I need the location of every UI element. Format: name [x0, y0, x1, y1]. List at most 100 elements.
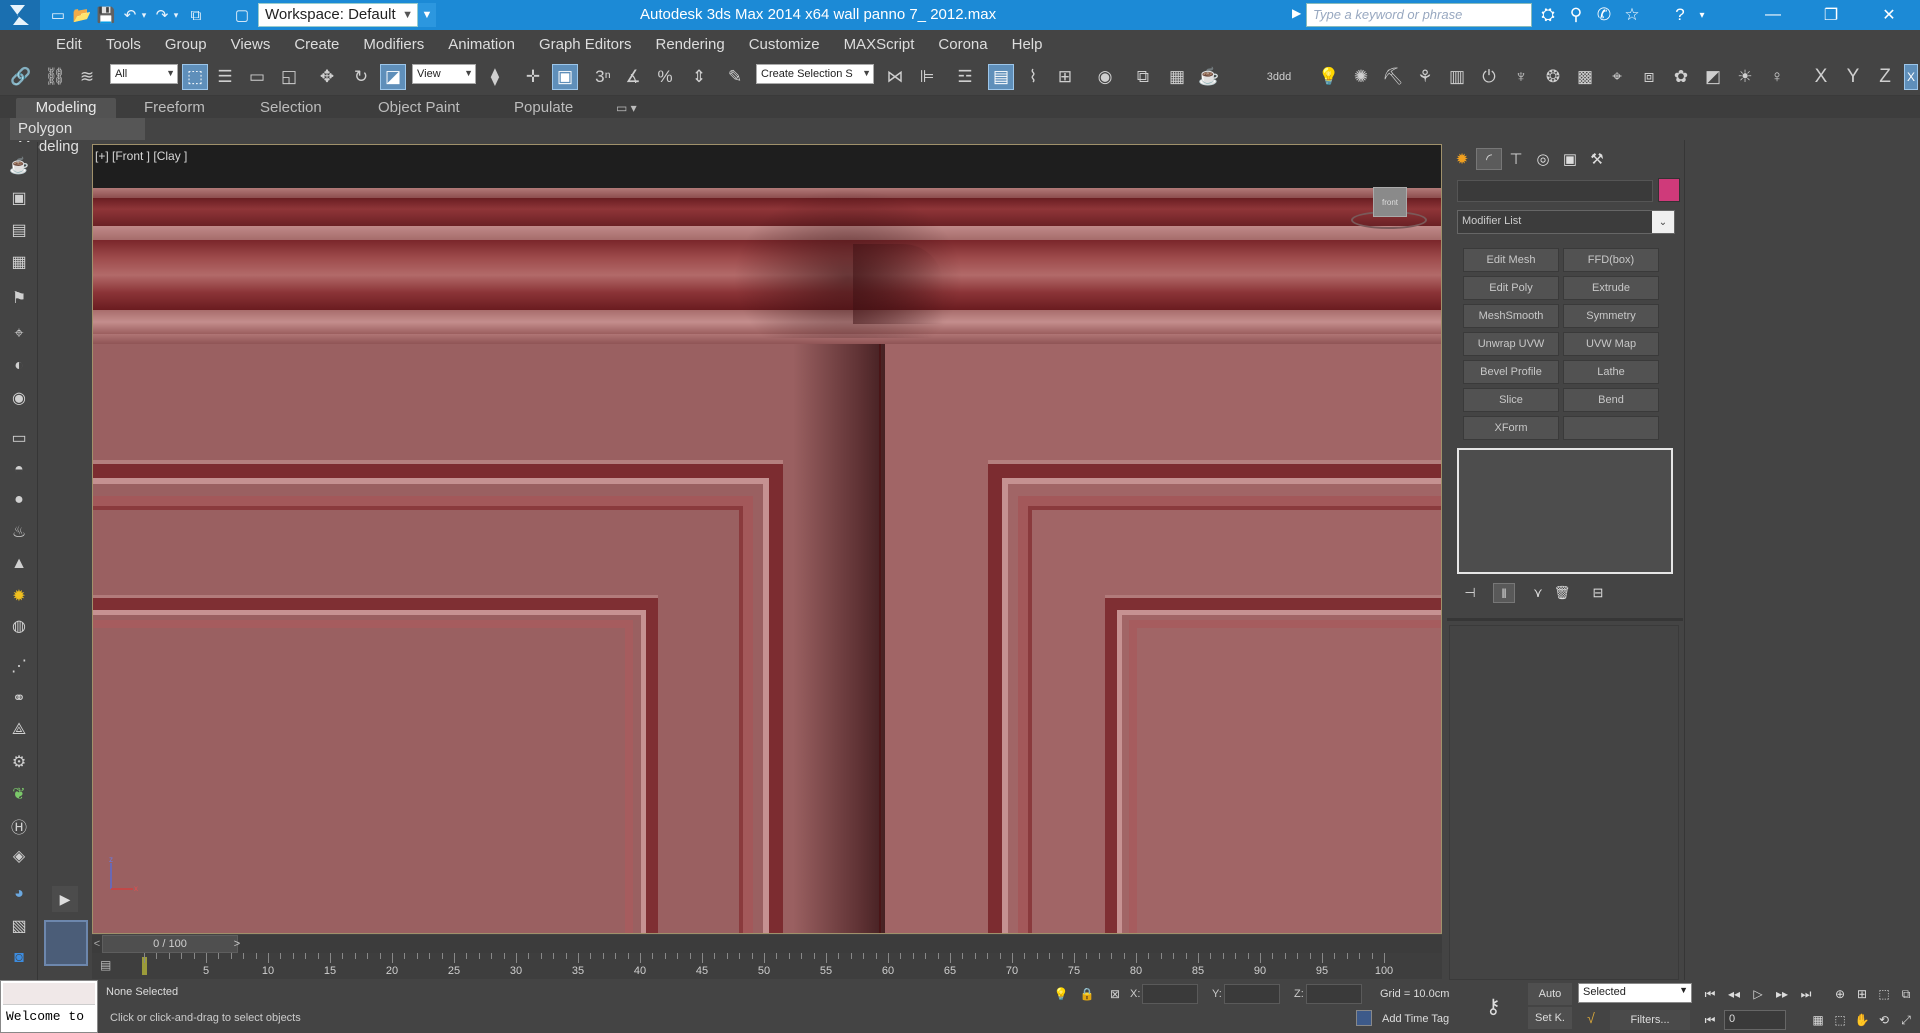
search-input[interactable]: Type a keyword or phrase — [1306, 3, 1532, 27]
menu-corona[interactable]: Corona — [926, 36, 999, 53]
add-time-tag[interactable]: Add Time Tag — [1382, 1013, 1449, 1025]
communication-center-icon[interactable]: ✆ — [1592, 4, 1616, 26]
material-sphere-icon[interactable]: ◕ — [6, 882, 32, 906]
viewport-front[interactable]: [+] [Front ] [Clay ] front z x — [92, 144, 1442, 934]
render-output-icon[interactable]: ◙ — [6, 946, 32, 970]
modifier-button-edit-poly[interactable]: Edit Poly — [1463, 276, 1559, 300]
layer-manager-icon[interactable]: ☲ — [952, 64, 978, 90]
save-icon[interactable]: 💾 — [96, 5, 116, 25]
list-icon[interactable]: ▤ — [6, 218, 32, 242]
object-color-swatch[interactable] — [1658, 178, 1680, 202]
time-tag-icon[interactable] — [1356, 1010, 1372, 1026]
tab-populate[interactable]: Populate — [502, 98, 585, 118]
graphite-toggle-icon[interactable]: ▤ — [988, 64, 1014, 90]
menu-modifiers[interactable]: Modifiers — [351, 36, 436, 53]
corona-camera-icon[interactable]: ⌖ — [1604, 64, 1630, 90]
table-icon[interactable]: ▦ — [6, 250, 32, 274]
plane-icon[interactable]: ▭ — [6, 426, 32, 450]
spinner-snap-icon[interactable]: ⇕ — [686, 64, 712, 90]
time-configuration-icon[interactable]: ▦ — [1808, 1010, 1828, 1030]
percent-snap-icon[interactable]: % — [652, 64, 678, 90]
isolate-icon[interactable]: 💡 — [1052, 986, 1070, 1002]
plant-icon[interactable]: ❦ — [6, 782, 32, 806]
pivot-center-icon[interactable]: ⧫ — [482, 64, 508, 90]
disc-icon[interactable]: ◍ — [6, 614, 32, 638]
modifier-button-empty[interactable] — [1563, 416, 1659, 440]
material-editor-icon[interactable]: ◉ — [1092, 64, 1118, 90]
modify-tab-icon[interactable]: ◜ — [1476, 148, 1502, 170]
teapot-icon[interactable]: ☕ — [6, 154, 32, 178]
next-frame-icon[interactable]: ▸▸ — [1772, 984, 1792, 1004]
play-icon[interactable]: ▷ — [1748, 984, 1768, 1004]
viewcube[interactable]: front — [1373, 187, 1407, 217]
redo-icon[interactable]: ↷ — [152, 5, 172, 25]
axis-constraint-icon[interactable]: X — [1904, 64, 1918, 90]
pyramid-icon[interactable]: ⟁ — [6, 718, 32, 742]
light-icon[interactable]: ✹ — [6, 584, 32, 608]
modifier-button-lathe[interactable]: Lathe — [1563, 360, 1659, 384]
menu-animation[interactable]: Animation — [436, 36, 527, 53]
object-name-field[interactable] — [1457, 180, 1653, 202]
proxy-icon[interactable]: ⛏ — [1380, 64, 1406, 90]
named-selection-dropdown[interactable]: Create Selection S ▼ — [756, 64, 874, 84]
corona-settings-icon[interactable]: ❂ — [1540, 64, 1566, 90]
sound-icon[interactable]: ◐ — [6, 354, 32, 378]
modifier-button-bend[interactable]: Bend — [1563, 388, 1659, 412]
favorites-star-icon[interactable]: ☆ — [1620, 4, 1644, 26]
zoom-extents-icon[interactable]: ⬚ — [1874, 984, 1894, 1004]
curve-editor-icon[interactable]: ⌇ — [1020, 64, 1046, 90]
auto-key-button[interactable]: Auto — [1528, 983, 1572, 1005]
axis-x-button[interactable]: X — [1808, 64, 1834, 90]
scatter-icon[interactable]: ⚘ — [1412, 64, 1438, 90]
utilities-tab-icon[interactable]: ⚒ — [1584, 148, 1610, 170]
select-by-name-icon[interactable]: ☰ — [212, 64, 238, 90]
x-coordinate-field[interactable] — [1142, 984, 1198, 1004]
menu-create[interactable]: Create — [282, 36, 351, 53]
bind-space-warp-icon[interactable]: ≋ — [74, 64, 100, 90]
motion-tab-icon[interactable]: ◎ — [1530, 148, 1556, 170]
wall-panel-scene[interactable] — [93, 188, 1441, 933]
schematic-view-icon[interactable]: ⊞ — [1052, 64, 1078, 90]
key-mode-toggle-icon[interactable]: ⏮ — [1700, 1010, 1720, 1030]
menu-rendering[interactable]: Rendering — [643, 36, 736, 53]
maxscript-listener[interactable]: Welcome to — [0, 980, 98, 1033]
light-bulb-icon[interactable]: 💡 — [1316, 64, 1342, 90]
corona-bulb-icon[interactable]: ♀ — [1764, 64, 1790, 90]
cone-icon[interactable]: ▲ — [6, 552, 32, 576]
modifier-button-edit-mesh[interactable]: Edit Mesh — [1463, 248, 1559, 272]
swatch-preview[interactable] — [44, 920, 88, 966]
tab-modeling[interactable]: Modeling — [16, 98, 116, 118]
maxscript-output[interactable]: Welcome to — [3, 1007, 97, 1029]
rotate-icon[interactable]: ↻ — [348, 64, 374, 90]
corona-material-icon[interactable]: ♆ — [1508, 64, 1534, 90]
snaps-toggle-icon[interactable]: 3ⁿ — [590, 64, 616, 90]
menu-maxscript[interactable]: MAXScript — [832, 36, 927, 53]
maxscript-macro-recorder[interactable] — [3, 983, 95, 1005]
previous-frame-icon[interactable]: ◂◂ — [1724, 984, 1744, 1004]
video-icon[interactable]: ◉ — [6, 386, 32, 410]
maximize-icon[interactable]: ❐ — [1802, 0, 1860, 30]
set-key-button[interactable]: Set K. — [1528, 1007, 1572, 1029]
new-file-icon[interactable]: ▭ — [48, 5, 68, 25]
tab-object-paint[interactable]: Object Paint — [366, 98, 472, 118]
modifier-button-bevel-profile[interactable]: Bevel Profile — [1463, 360, 1559, 384]
ribbon-polygon-modeling[interactable]: Polygon Modeling — [10, 118, 145, 155]
create-tab-icon[interactable]: ✹ — [1449, 148, 1475, 170]
gear-icon[interactable]: ⚙ — [6, 750, 32, 774]
grid-tool-icon[interactable]: ⋰ — [6, 654, 32, 678]
modifier-button-slice[interactable]: Slice — [1463, 388, 1559, 412]
zoom-extents-all-icon[interactable]: ⧉ — [1896, 984, 1916, 1004]
current-frame-field[interactable]: 0 — [1724, 1010, 1786, 1030]
show-end-result-icon[interactable]: ‖ — [1493, 583, 1515, 603]
modifier-button-xform[interactable]: XForm — [1463, 416, 1559, 440]
corona-proxy-icon[interactable]: ⧈ — [1636, 64, 1662, 90]
unlink-icon[interactable]: ⛓ — [42, 64, 68, 90]
menu-customize[interactable]: Customize — [737, 36, 832, 53]
zoom-icon[interactable]: ⊕ — [1830, 984, 1850, 1004]
reference-coordinate-dropdown[interactable]: View ▼ — [412, 64, 476, 84]
align-icon[interactable]: ⊫ — [914, 64, 940, 90]
axis-y-button[interactable]: Y — [1840, 64, 1866, 90]
time-slider-next[interactable]: > — [232, 935, 242, 953]
pan-icon[interactable]: ✋ — [1852, 1010, 1872, 1030]
mirror-icon[interactable]: ⋈ — [882, 64, 908, 90]
